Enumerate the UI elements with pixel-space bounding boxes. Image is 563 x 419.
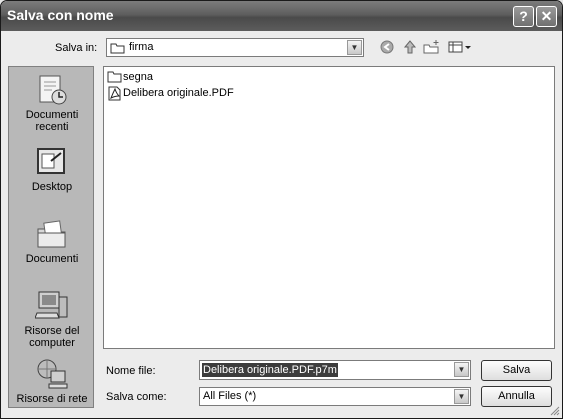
recent-documents-icon [39,75,67,105]
chevron-down-icon[interactable]: ▼ [454,362,469,377]
save-in-label: Salva in: [55,42,98,54]
file-name-dropdown: ▼ [453,361,470,379]
place-label: Risorse di rete [16,393,88,405]
place-documents[interactable]: Documenti [9,217,95,265]
folder-icon [110,43,125,54]
save-as-type-label: Salva come: [106,391,167,403]
close-icon: ✕ [540,8,553,24]
title-bar: Salva con nome ? ✕ [1,1,562,31]
file-name: segna [123,71,153,83]
save-button[interactable]: Salva [481,360,552,381]
resize-grip[interactable] [550,406,560,416]
views-menu-icon[interactable] [448,39,472,57]
file-name-input[interactable]: Delibera originale.PDF.p7m ▼ [199,360,471,380]
save-as-type-dropdown[interactable]: All Files (*) ▼ [199,387,471,406]
dialog-title: Salva con nome [7,7,114,23]
computer-icon [35,291,68,319]
file-name-value: Delibera originale.PDF.p7m [202,363,338,377]
cancel-button[interactable]: Annulla [481,386,552,407]
place-label: Documenti recenti [25,109,79,133]
place-label: Desktop [31,181,73,193]
list-item[interactable]: segna [107,69,167,85]
file-name-label: Nome file: [106,365,156,377]
help-button[interactable]: ? [513,6,534,27]
back-icon[interactable] [378,39,396,57]
place-network[interactable]: Risorse di rete [9,357,95,405]
save-as-type-value: All Files (*) [203,390,257,402]
folder-icon [107,71,122,83]
place-label: Documenti [25,253,79,265]
chevron-down-icon[interactable]: ▼ [454,389,469,404]
list-item[interactable]: Delibera originale.PDF [107,85,247,101]
chevron-down-icon[interactable]: ▼ [347,40,362,55]
new-folder-icon[interactable] [423,39,441,57]
place-recent-documents[interactable]: Documenti recenti [9,73,95,133]
place-my-computer[interactable]: Risorse del computer [9,289,95,349]
network-icon [37,359,68,389]
file-list[interactable]: segna Delibera originale.PDF [103,66,555,349]
documents-icon [37,220,66,248]
save-in-dropdown[interactable]: firma ▼ [106,38,364,57]
up-folder-icon[interactable] [401,39,419,57]
close-button[interactable]: ✕ [536,6,557,27]
save-as-dialog: Salva con nome ? ✕ Salva in: firma ▼ Doc [0,0,563,419]
place-desktop[interactable]: Desktop [9,145,95,193]
save-in-value: firma [129,41,154,53]
place-label: Risorse del computer [24,325,80,349]
desktop-icon [37,148,65,174]
places-bar: Documenti recenti Desktop Documenti Riso… [8,66,94,408]
file-name: Delibera originale.PDF [123,87,234,99]
pdf-file-icon [108,86,121,101]
